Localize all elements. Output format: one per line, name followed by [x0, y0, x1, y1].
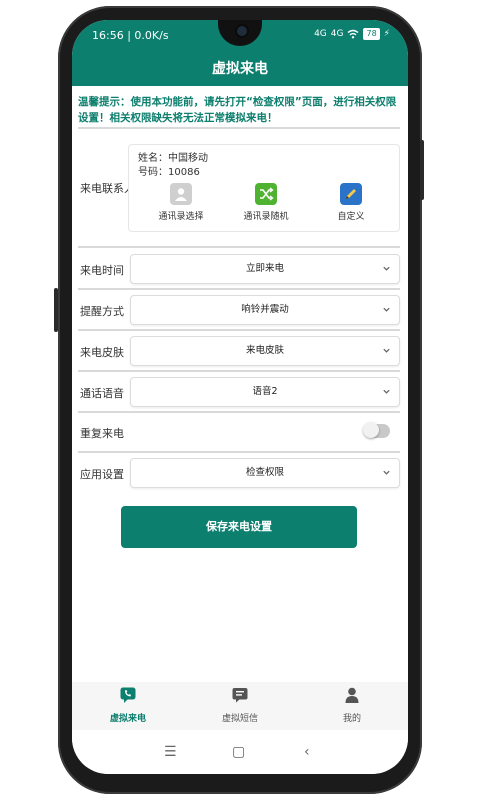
voice-label: 通话语音 [80, 387, 124, 400]
tab-virtual-sms[interactable]: 虚拟短信 [184, 686, 296, 724]
tab-virtual-call-label: 虚拟来电 [109, 714, 146, 724]
save-button[interactable]: 保存来电设置 [121, 506, 357, 548]
reminder-select[interactable]: 响铃并震动 [130, 295, 400, 325]
wifi-icon [348, 29, 359, 39]
contact-card: 姓名：中国移动 号码：10086 通讯录选择 通讯录随机 自定义 [128, 144, 400, 232]
status-time: 16:56 | 0.0K/s [92, 29, 169, 42]
front-camera [235, 24, 249, 38]
chevron-down-icon [383, 470, 390, 475]
side-button-right [420, 140, 424, 200]
chevron-down-icon [383, 266, 390, 271]
edit-pen-icon [340, 183, 362, 205]
random-contact-button[interactable]: 通讯录随机 [226, 183, 306, 222]
voice-select[interactable]: 语音2 [130, 377, 400, 407]
contacts-book-icon [170, 183, 192, 205]
signal-icon: 4G [330, 29, 344, 39]
battery-icon: 78 [363, 28, 380, 40]
app-settings-label: 应用设置 [80, 468, 124, 481]
status-icons: 4G 4G 78 ⚡ [314, 28, 390, 40]
pick-from-contacts-button[interactable]: 通讯录选择 [141, 183, 221, 222]
home-icon[interactable]: ▢ [232, 744, 245, 760]
contact-number: 号码：10086 [138, 167, 200, 178]
bottom-tab-bar: 虚拟来电 虚拟短信 我的 [72, 682, 408, 730]
chevron-down-icon [383, 348, 390, 353]
random-contact-label: 通讯录随机 [243, 212, 289, 222]
warning-tip: 温馨提示：使用本功能前，请先打开“检查权限”页面，进行相关权限设置！相关权限缺失… [78, 96, 397, 124]
call-time-value: 立即来电 [245, 263, 284, 274]
reminder-label: 提醒方式 [80, 305, 124, 318]
tab-virtual-sms-label: 虚拟短信 [221, 714, 258, 724]
repeat-label: 重复来电 [80, 427, 124, 440]
chevron-down-icon [383, 389, 390, 394]
page-title: 虚拟来电 [212, 61, 268, 77]
app-settings-select[interactable]: 检查权限 [130, 458, 400, 488]
voice-value: 语音2 [252, 386, 278, 397]
signal-icon: 4G [314, 29, 327, 39]
divider [78, 329, 400, 331]
custom-contact-label: 自定义 [337, 212, 365, 222]
system-nav-bar: ☰ ▢ ‹ [72, 730, 408, 774]
divider [78, 127, 400, 129]
sms-icon [232, 688, 248, 703]
toggle-knob [363, 422, 379, 438]
skin-label: 来电皮肤 [80, 346, 124, 359]
reminder-value: 响铃并震动 [241, 304, 289, 315]
repeat-toggle[interactable] [363, 422, 390, 438]
person-icon [345, 687, 359, 703]
phone-screen: 16:56 | 0.0K/s 4G 4G 78 ⚡ 虚拟来电 温馨提示：使用本功… [72, 20, 408, 774]
skin-value: 来电皮肤 [245, 345, 284, 356]
divider [78, 246, 400, 248]
custom-contact-button[interactable]: 自定义 [311, 183, 391, 222]
divider [78, 451, 400, 453]
divider [78, 370, 400, 372]
contact-name: 姓名：中国移动 [138, 153, 208, 164]
divider [78, 411, 400, 413]
pick-from-contacts-label: 通讯录选择 [158, 212, 204, 222]
skin-select[interactable]: 来电皮肤 [130, 336, 400, 366]
call-time-select[interactable]: 立即来电 [130, 254, 400, 284]
tab-mine-label: 我的 [342, 714, 361, 724]
charging-icon: ⚡ [383, 29, 390, 39]
tab-mine[interactable]: 我的 [296, 686, 408, 724]
shuffle-icon [255, 183, 277, 205]
contact-label: 来电联系人 [80, 182, 135, 195]
app-settings-value: 检查权限 [245, 467, 284, 478]
divider [78, 288, 400, 290]
chevron-down-icon [383, 307, 390, 312]
call-time-label: 来电时间 [80, 264, 124, 277]
tab-virtual-call[interactable]: 虚拟来电 [72, 686, 184, 724]
phone-chat-icon [120, 687, 136, 703]
app-header: 16:56 | 0.0K/s 4G 4G 78 ⚡ 虚拟来电 [72, 20, 408, 86]
menu-icon[interactable]: ☰ [164, 744, 177, 760]
back-icon[interactable]: ‹ [304, 744, 310, 760]
side-button-left [54, 288, 58, 332]
